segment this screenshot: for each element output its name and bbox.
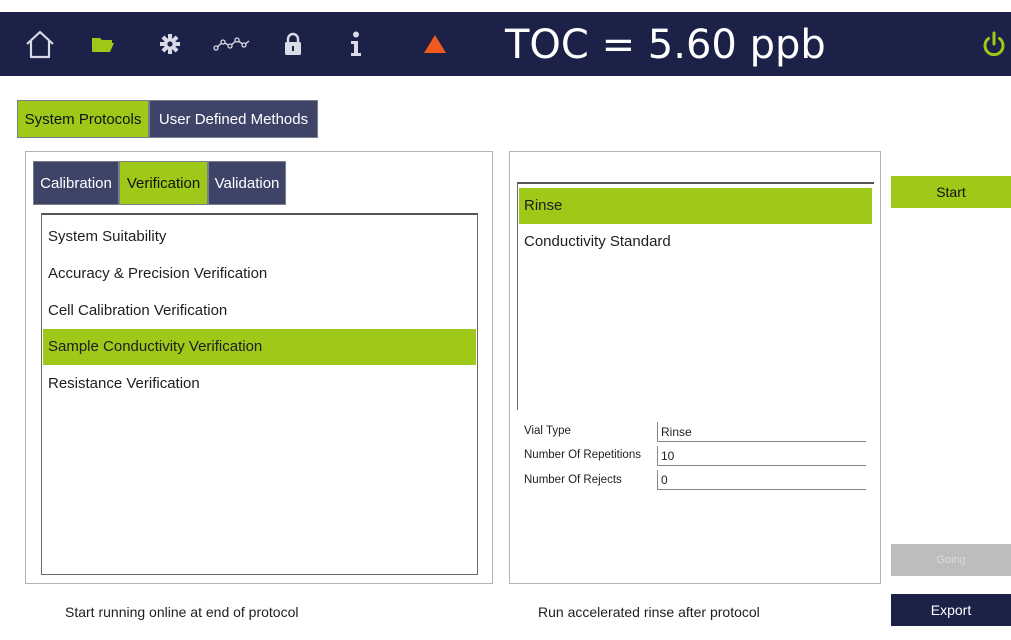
top-toolbar: TOC = 5.60 ppb: [0, 12, 1011, 76]
home-icon[interactable]: [20, 12, 60, 76]
start-button[interactable]: Start: [891, 176, 1011, 208]
online-option-label[interactable]: Start running online at end of protocol: [65, 604, 299, 620]
repetitions-field[interactable]: 10: [657, 446, 866, 466]
list-item[interactable]: Accuracy & Precision Verification: [43, 256, 476, 292]
repetitions-label: Number Of Repetitions: [524, 449, 641, 461]
power-icon[interactable]: [976, 12, 1011, 76]
list-item-selected[interactable]: Sample Conductivity Verification: [43, 329, 476, 365]
list-item[interactable]: Resistance Verification: [43, 366, 476, 402]
vial-type-label: Vial Type: [524, 425, 571, 437]
list-item[interactable]: Conductivity Standard: [519, 224, 872, 260]
tab-user-defined-methods[interactable]: User Defined Methods: [149, 100, 318, 138]
list-item-selected[interactable]: Rinse: [519, 188, 872, 224]
rejects-field[interactable]: 0: [657, 470, 866, 490]
gear-icon[interactable]: [155, 12, 185, 76]
protocol-panel: Calibration Verification Validation Syst…: [25, 151, 493, 584]
export-button[interactable]: Export: [891, 594, 1011, 626]
vial-type-field[interactable]: Rinse: [657, 422, 866, 442]
disabled-button[interactable]: Going: [891, 544, 1011, 576]
folder-icon[interactable]: [88, 12, 118, 76]
list-item[interactable]: System Suitability: [43, 219, 476, 255]
rejects-label: Number Of Rejects: [524, 474, 622, 486]
protocol-list: System Suitability Accuracy & Precision …: [41, 213, 478, 575]
accelerated-rinse-label[interactable]: Run accelerated rinse after protocol: [538, 604, 760, 620]
tab-calibration[interactable]: Calibration: [33, 161, 119, 205]
lock-icon[interactable]: [280, 12, 306, 76]
step-list: Rinse Conductivity Standard: [517, 182, 874, 410]
warning-icon[interactable]: [420, 12, 450, 76]
list-item[interactable]: Cell Calibration Verification: [43, 293, 476, 329]
toc-reading: TOC = 5.60 ppb: [505, 22, 826, 68]
tab-system-protocols[interactable]: System Protocols: [17, 100, 149, 138]
tab-validation[interactable]: Validation: [208, 161, 286, 205]
tab-verification[interactable]: Verification: [119, 161, 208, 205]
info-icon[interactable]: [345, 12, 367, 76]
trend-icon[interactable]: [210, 12, 254, 76]
step-panel: Rinse Conductivity Standard Vial Type Ri…: [509, 151, 881, 584]
